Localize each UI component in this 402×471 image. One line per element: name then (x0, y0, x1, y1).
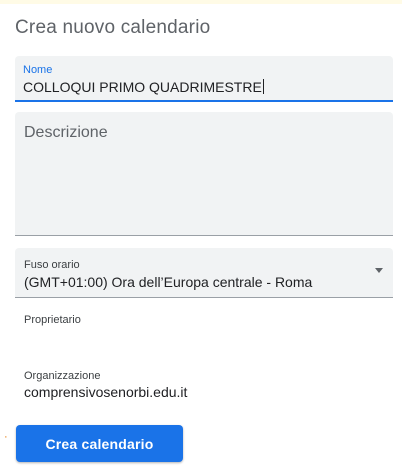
description-placeholder: Descrizione (24, 124, 108, 141)
dropdown-arrow-icon[interactable] (375, 268, 383, 273)
create-calendar-button[interactable]: Crea calendario (16, 425, 183, 462)
description-field[interactable]: Descrizione (15, 112, 393, 236)
top-strip (0, 0, 402, 4)
name-field-label: Nome (23, 64, 53, 76)
name-field-value-wrap[interactable]: COLLOQUI PRIMO QUADRIMESTRE (23, 79, 264, 95)
organization-value: comprensivosenorbi.edu.it (24, 384, 188, 400)
text-cursor (262, 79, 264, 94)
organization-label: Organizzazione (24, 370, 101, 382)
name-field[interactable]: Nome COLLOQUI PRIMO QUADRIMESTRE (15, 56, 393, 102)
timezone-select[interactable]: Fuso orario (GMT+01:00) Ora dell’Europa … (15, 248, 393, 298)
owner-label: Proprietario (24, 314, 81, 326)
timezone-value[interactable]: (GMT+01:00) Ora dell’Europa centrale - R… (24, 274, 312, 290)
page-title: Crea nuovo calendario (15, 17, 211, 38)
focus-marker-icon: · (4, 431, 8, 443)
timezone-label: Fuso orario (24, 259, 80, 271)
create-calendar-page: Crea nuovo calendario Nome COLLOQUI PRIM… (0, 0, 402, 471)
name-field-value[interactable]: COLLOQUI PRIMO QUADRIMESTRE (23, 79, 262, 95)
